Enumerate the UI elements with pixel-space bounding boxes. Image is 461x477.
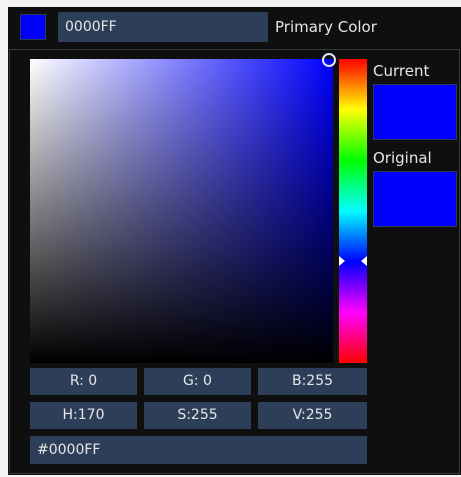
hue-field[interactable]: H:170 — [30, 402, 137, 429]
saturation-field[interactable]: S:255 — [144, 402, 251, 429]
original-label: Original — [373, 149, 432, 167]
hue-marker-left-icon[interactable] — [339, 256, 345, 266]
hue-marker-right-icon[interactable] — [361, 256, 367, 266]
blue-field[interactable]: B:255 — [258, 368, 367, 395]
current-label: Current — [373, 62, 430, 80]
hex-input[interactable]: #0000FF — [30, 436, 367, 464]
color-picker-window: 0000FF Primary Color Current Original R:… — [8, 7, 461, 475]
current-color-swatch — [373, 84, 457, 140]
original-color-swatch[interactable] — [373, 171, 457, 227]
value-field[interactable]: V:255 — [258, 402, 367, 429]
hue-slider[interactable] — [339, 59, 367, 363]
green-field[interactable]: G: 0 — [144, 368, 251, 395]
primary-color-swatch[interactable] — [20, 14, 46, 40]
saturation-value-area[interactable] — [30, 59, 333, 363]
primary-hex-input[interactable]: 0000FF — [58, 12, 268, 42]
saturation-value-cursor[interactable] — [322, 53, 336, 67]
primary-color-label: Primary Color — [275, 18, 377, 36]
red-field[interactable]: R: 0 — [30, 368, 137, 395]
